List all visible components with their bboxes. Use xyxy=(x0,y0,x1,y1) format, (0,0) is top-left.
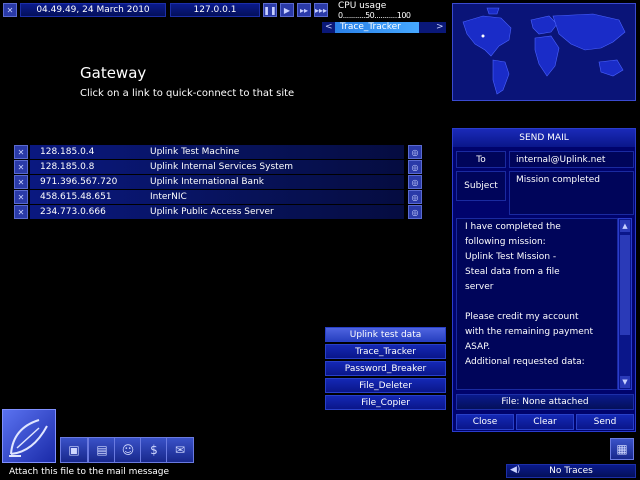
close-button[interactable]: Close xyxy=(456,414,514,430)
send-mail-panel: SEND MAIL To internal@Uplink.net Subject… xyxy=(452,128,636,432)
close-app-icon[interactable]: ✕ xyxy=(3,3,17,17)
task-prev-arrow[interactable]: < xyxy=(325,22,333,32)
datetime-display: 04.49.49, 24 March 2010 xyxy=(20,3,166,17)
gateway-link-row[interactable]: ✕ 458.615.48.651 InterNIC ◎ xyxy=(14,190,422,204)
link-name[interactable]: Uplink Internal Services System xyxy=(150,162,293,172)
message-scrollbar[interactable]: ▲ ▼ xyxy=(618,218,632,390)
trace-status: ◀) No Traces xyxy=(506,464,636,478)
file-item[interactable]: Password_Breaker xyxy=(325,361,446,376)
scroll-up-icon[interactable]: ▲ xyxy=(620,220,630,232)
message-body[interactable]: I have completed the following mission: Up… xyxy=(456,218,618,390)
link-name[interactable]: Uplink International Bank xyxy=(150,177,264,187)
gateway-link-row[interactable]: ✕ 128.185.0.4 Uplink Test Machine ◎ xyxy=(14,145,422,159)
fastest-forward-icon[interactable]: ▸▸▸ xyxy=(314,3,328,17)
speaker-icon[interactable]: ◀) xyxy=(510,465,520,475)
delete-link-icon[interactable]: ✕ xyxy=(14,205,28,219)
file-item[interactable]: File_Deleter xyxy=(325,378,446,393)
task-name: Trace_Tracker xyxy=(340,22,401,32)
subject-field[interactable]: Mission completed xyxy=(509,171,634,215)
computer-icon[interactable]: ▣ xyxy=(60,437,88,463)
message-line: Uplink Test Mission - xyxy=(465,252,557,262)
link-name[interactable]: Uplink Test Machine xyxy=(150,147,239,157)
message-line: Additional requested data: xyxy=(465,357,585,367)
send-button[interactable]: Send xyxy=(576,414,634,430)
file-item[interactable]: File_Copier xyxy=(325,395,446,410)
to-label: To xyxy=(456,151,506,168)
link-ip[interactable]: 234.773.0.666 xyxy=(40,207,106,217)
file-item[interactable]: Trace_Tracker xyxy=(325,344,446,359)
link-ip[interactable]: 971.396.567.720 xyxy=(40,177,117,187)
people-icon[interactable]: ☺ xyxy=(114,437,142,463)
link-ip[interactable]: 458.615.48.651 xyxy=(40,192,112,202)
fast-forward-icon[interactable]: ▸▸ xyxy=(297,3,311,17)
scroll-down-icon[interactable]: ▼ xyxy=(620,376,630,388)
cpu-task-slot[interactable]: < Trace_Tracker > xyxy=(322,22,446,33)
world-map[interactable] xyxy=(452,3,636,101)
main-menu-button[interactable] xyxy=(2,409,56,463)
clear-button[interactable]: Clear xyxy=(516,414,574,430)
message-line: ASAP. xyxy=(465,342,491,352)
to-field[interactable]: internal@Uplink.net xyxy=(509,151,634,168)
show-on-map-icon[interactable]: ◎ xyxy=(408,190,422,204)
gateway-link-row[interactable]: ✕ 234.773.0.666 Uplink Public Access Serve… xyxy=(14,205,422,219)
gateway-link-row[interactable]: ✕ 971.396.567.720 Uplink International Ban… xyxy=(14,175,422,189)
play-icon[interactable]: ▶ xyxy=(280,3,294,17)
page-title: Gateway xyxy=(80,64,147,82)
status-hint: Attach this file to the mail message xyxy=(9,467,170,477)
delete-link-icon[interactable]: ✕ xyxy=(14,160,28,174)
message-line: I have completed the xyxy=(465,222,561,232)
show-on-map-icon[interactable]: ◎ xyxy=(408,160,422,174)
file-item[interactable]: Uplink test data xyxy=(325,327,446,342)
show-on-map-icon[interactable]: ◎ xyxy=(408,205,422,219)
delete-link-icon[interactable]: ✕ xyxy=(14,145,28,159)
delete-link-icon[interactable]: ✕ xyxy=(14,175,28,189)
cpu-usage-scale: 0...........50...........100 xyxy=(338,11,411,20)
calculator-icon[interactable]: ▦ xyxy=(610,438,634,460)
link-ip[interactable]: 128.185.0.4 xyxy=(40,147,94,157)
send-mail-header: SEND MAIL xyxy=(453,129,635,147)
page-subtitle: Click on a link to quick-connect to that… xyxy=(80,88,295,99)
message-line xyxy=(465,295,609,310)
save-disk-icon[interactable]: ▤ xyxy=(88,437,116,463)
show-on-map-icon[interactable]: ◎ xyxy=(408,145,422,159)
show-on-map-icon[interactable]: ◎ xyxy=(408,175,422,189)
world-map-graphic xyxy=(462,7,626,95)
link-name[interactable]: Uplink Public Access Server xyxy=(150,207,274,217)
message-line: with the remaining payment xyxy=(465,327,593,337)
link-name[interactable]: InterNIC xyxy=(150,192,187,202)
finance-icon[interactable]: $ xyxy=(140,437,168,463)
gateway-link-row[interactable]: ✕ 128.185.0.8 Uplink Internal Services Sys… xyxy=(14,160,422,174)
local-ip-display: 127.0.0.1 xyxy=(170,3,260,17)
satellite-dish-icon xyxy=(9,419,48,457)
subject-label: Subject xyxy=(456,171,506,201)
link-ip[interactable]: 128.185.0.8 xyxy=(40,162,94,172)
message-line: following mission: xyxy=(465,237,546,247)
cpu-usage-label: CPU usage xyxy=(338,1,387,11)
trace-status-label: No Traces xyxy=(549,466,593,476)
scroll-thumb[interactable] xyxy=(620,235,630,335)
location-marker xyxy=(481,34,485,38)
task-next-arrow[interactable]: > xyxy=(436,22,444,32)
pause-icon[interactable]: ❚❚ xyxy=(263,3,277,17)
message-line: server xyxy=(465,282,494,292)
delete-link-icon[interactable]: ✕ xyxy=(14,190,28,204)
message-line: Please credit my account xyxy=(465,312,579,322)
email-icon[interactable]: ✉ xyxy=(166,437,194,463)
attached-file-status[interactable]: File: None attached xyxy=(456,394,634,410)
message-line: Steal data from a file xyxy=(465,267,560,277)
